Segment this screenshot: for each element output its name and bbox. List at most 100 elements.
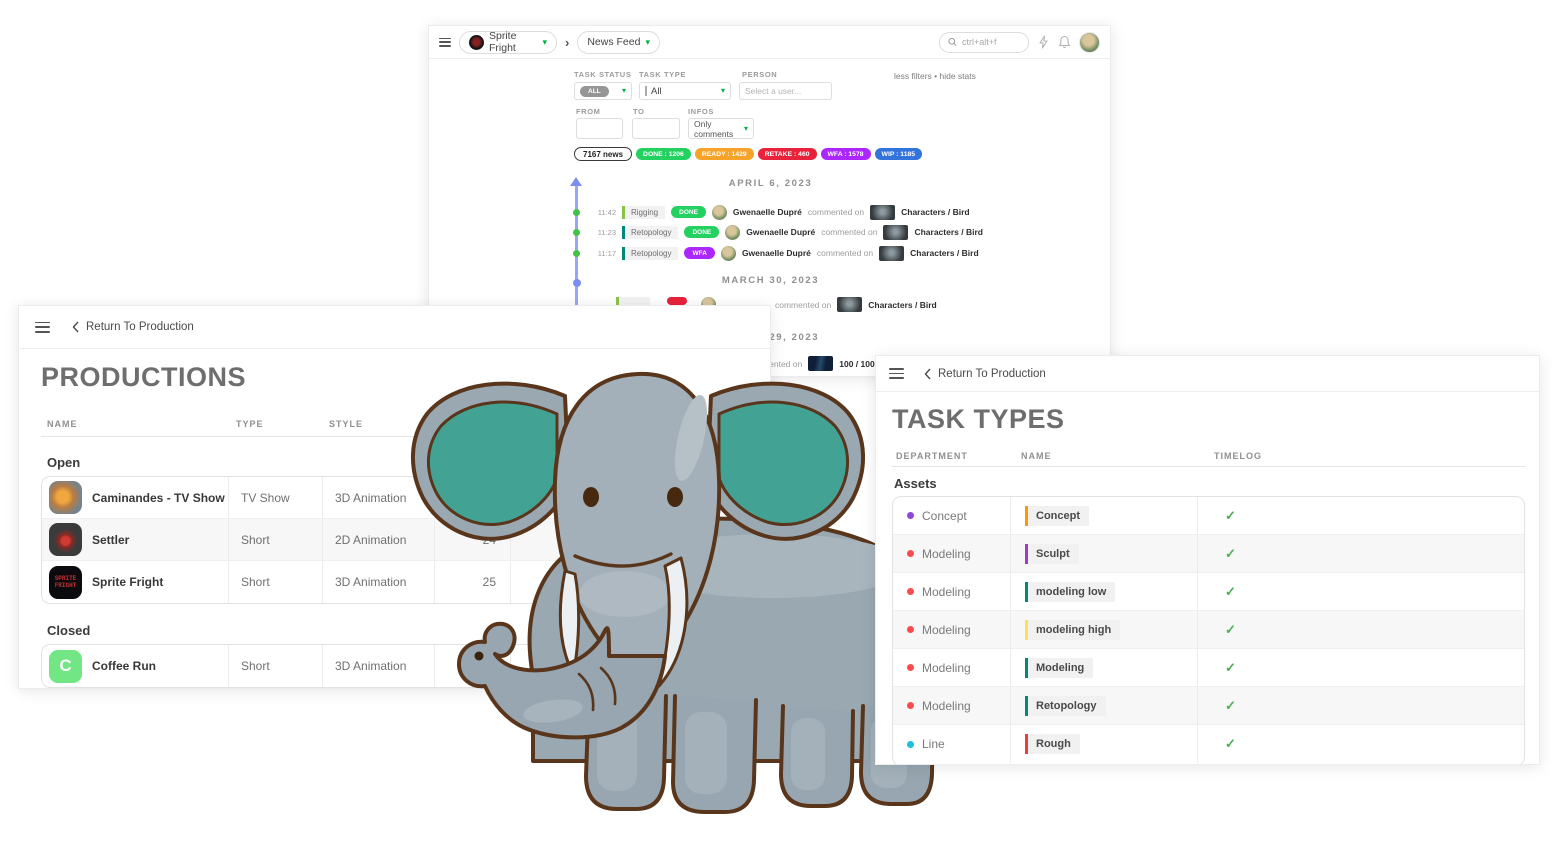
task-type-select[interactable]: All ▾ [639, 82, 731, 100]
task-types-table: Concept Concept ✓ Modeling Sculpt ✓ [892, 496, 1525, 765]
search-input[interactable] [962, 37, 1020, 47]
name-cell: Concept [1010, 497, 1197, 534]
entry-action: commented on [808, 207, 864, 217]
back-link[interactable]: Return To Production [924, 368, 1046, 380]
status-badge-ready: READY : 1429 [695, 148, 754, 160]
menu-icon[interactable] [889, 368, 904, 379]
department-dot [907, 741, 914, 748]
bolt-icon[interactable] [1037, 35, 1050, 49]
entry-thumbnail[interactable] [883, 225, 908, 240]
table-row-modeling-low[interactable]: Modeling modeling low ✓ [893, 573, 1524, 611]
page-selector[interactable]: News Feed ▾ [577, 31, 660, 54]
name-cell: C Coffee Run [42, 645, 228, 687]
table-row-rough[interactable]: Line Rough ✓ [893, 725, 1524, 763]
check-icon: ✓ [1225, 660, 1236, 676]
status-badge-wip: WIP : 1185 [875, 148, 923, 160]
production-logo-icon [469, 35, 484, 50]
entry-status-pill: WFA [684, 247, 714, 259]
news-entry: 11:42 Rigging DONE Gwenaelle Dupré comme… [592, 204, 970, 220]
department-cell: Modeling [893, 611, 1010, 648]
from-field [576, 118, 623, 139]
entry-target[interactable]: Characters / Bird [910, 248, 979, 258]
chevron-down-icon: ▾ [542, 38, 547, 47]
entry-thumbnail[interactable] [837, 297, 862, 312]
timeline-dot [573, 209, 580, 216]
production-name: Settler [92, 533, 129, 547]
bell-icon[interactable] [1058, 35, 1071, 49]
person-label: PERSON [742, 70, 777, 79]
task-type-chip: Rough [1025, 734, 1080, 754]
task-type-chip: modeling high [1025, 620, 1120, 640]
entry-thumbnail[interactable] [879, 246, 904, 261]
elephant-illustration [213, 366, 958, 826]
entry-text: commented on Characters / Bird [775, 297, 937, 312]
filter-toggle-links[interactable]: less filters • hide stats [894, 71, 976, 81]
section-label-open: Open [47, 455, 80, 470]
entry-avatar[interactable] [712, 205, 727, 220]
person-input[interactable] [740, 86, 831, 96]
entry-avatar[interactable] [721, 246, 736, 261]
entry-target[interactable]: Characters / Bird [901, 207, 970, 217]
timelog-cell: ✓ [1197, 725, 1524, 763]
entry-person[interactable]: Gwenaelle Dupré [733, 207, 802, 217]
timeline-dot [573, 229, 580, 236]
to-input[interactable] [633, 124, 679, 134]
department-dot [907, 550, 914, 557]
timeline-dot [573, 250, 580, 257]
department-cell: Modeling [893, 687, 1010, 724]
timeline-dot [573, 279, 581, 287]
entry-person[interactable]: Gwenaelle Dupré [746, 227, 815, 237]
table-row-modeling[interactable]: Modeling Modeling ✓ [893, 649, 1524, 687]
entry-person[interactable]: Gwenaelle Dupré [742, 248, 811, 258]
user-avatar[interactable] [1079, 32, 1100, 53]
task-status-select[interactable]: ALL ▾ [574, 82, 632, 100]
department-label: Line [922, 737, 945, 751]
entry-thumbnail[interactable] [870, 205, 895, 220]
entry-avatar[interactable] [725, 225, 740, 240]
task-status-value: ALL [580, 86, 609, 97]
production-selector[interactable]: Sprite Fright ▾ [459, 31, 557, 54]
table-row-sculpt[interactable]: Modeling Sculpt ✓ [893, 535, 1524, 573]
table-row-concept[interactable]: Concept Concept ✓ [893, 497, 1524, 535]
table-row-modeling-high[interactable]: Modeling modeling high ✓ [893, 611, 1524, 649]
menu-icon[interactable] [439, 38, 451, 47]
global-search[interactable] [939, 32, 1029, 53]
from-label: FROM [576, 107, 600, 116]
timelog-cell: ✓ [1197, 497, 1524, 534]
back-link[interactable]: Return To Production [72, 321, 194, 333]
name-cell: Settler [42, 519, 228, 560]
entry-target[interactable]: Characters / Bird [868, 300, 937, 310]
thumbnail-letter: C [59, 656, 71, 676]
task-status-label: TASK STATUS [574, 70, 631, 79]
date-header: APRIL 6, 2023 [429, 178, 1111, 189]
department-dot [907, 702, 914, 709]
from-input[interactable] [577, 124, 622, 134]
entry-target[interactable]: Characters / Bird [914, 227, 983, 237]
department-label: Modeling [922, 623, 971, 637]
section-label-assets: Assets [894, 476, 937, 491]
menu-icon[interactable] [35, 322, 50, 333]
production-thumbnail [49, 523, 82, 556]
entry-action: commented on [821, 227, 877, 237]
check-icon: ✓ [1225, 698, 1236, 714]
timelog-cell: ✓ [1197, 573, 1524, 610]
to-field [632, 118, 680, 139]
infos-select[interactable]: Only comments ▾ [688, 118, 754, 139]
name-cell: Rough [1010, 725, 1197, 763]
task-type-chip: Retopology [1025, 696, 1106, 716]
news-count-badge: 7167 news [574, 147, 632, 161]
chevron-down-icon: ▾ [744, 125, 748, 133]
department-cell: Modeling [893, 535, 1010, 572]
production-thumbnail: C [49, 650, 82, 683]
table-row-retopology[interactable]: Modeling Retopology ✓ [893, 687, 1524, 725]
task-type-chip: Sculpt [1025, 544, 1079, 564]
top-bar: Return To Production [876, 356, 1539, 392]
department-label: Concept [922, 509, 967, 523]
status-badge-done: DONE : 1206 [636, 148, 691, 160]
entry-time: 11:23 [592, 228, 616, 237]
entry-action: commented on [775, 300, 831, 310]
timelog-cell: ✓ [1197, 687, 1524, 724]
back-link-label: Return To Production [86, 321, 194, 333]
infos-label: INFOS [688, 107, 714, 116]
check-icon: ✓ [1225, 584, 1236, 600]
